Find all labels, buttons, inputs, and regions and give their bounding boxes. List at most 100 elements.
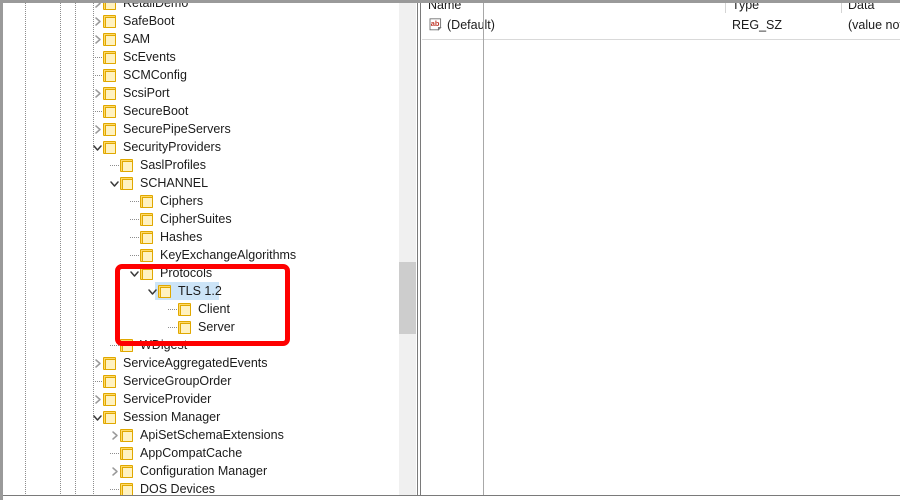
tree-leaf-connector bbox=[110, 345, 119, 346]
tree-node-row[interactable]: Hashes bbox=[3, 228, 397, 246]
registry-key-tree-pane[interactable]: RetailDemo SafeBoot SAM ScEvents SCMConfig Sc… bbox=[3, 3, 397, 495]
column-header-data[interactable]: Data bbox=[848, 3, 874, 13]
tree-leaf-connector bbox=[93, 57, 102, 58]
pane-splitter[interactable] bbox=[417, 3, 421, 495]
tree-node-row[interactable]: SecurePipeServers bbox=[3, 120, 397, 138]
tree-node-label[interactable]: Hashes bbox=[160, 229, 202, 245]
tree-node-label[interactable]: Configuration Manager bbox=[140, 463, 267, 479]
tree-leaf-connector bbox=[93, 381, 102, 382]
tree-node-row[interactable]: Protocols bbox=[3, 264, 397, 282]
tree-node-label[interactable]: AppCompatCache bbox=[140, 445, 242, 461]
tree-node-label[interactable]: ServiceAggregatedEvents bbox=[123, 355, 268, 371]
chevron-down-icon[interactable] bbox=[109, 178, 120, 189]
tree-node-label[interactable]: Client bbox=[198, 301, 230, 317]
chevron-right-icon[interactable] bbox=[92, 34, 103, 45]
chevron-right-icon[interactable] bbox=[92, 3, 103, 9]
chevron-right-icon[interactable] bbox=[92, 358, 103, 369]
chevron-down-icon[interactable] bbox=[92, 412, 103, 423]
value-data-cell[interactable]: (value not bbox=[848, 17, 900, 33]
tree-node-row[interactable]: SCHANNEL bbox=[3, 174, 397, 192]
tree-node-row[interactable]: TLS 1.2 bbox=[3, 282, 397, 300]
folder-icon bbox=[120, 177, 135, 190]
tree-node-row[interactable]: ServiceGroupOrder bbox=[3, 372, 397, 390]
tree-node-row[interactable]: WDigest bbox=[3, 336, 397, 354]
chevron-down-icon[interactable] bbox=[92, 142, 103, 153]
tree-leaf-connector bbox=[93, 111, 102, 112]
tree-node-label[interactable]: TLS 1.2 bbox=[178, 283, 222, 299]
folder-icon bbox=[120, 159, 135, 172]
folder-icon bbox=[103, 411, 118, 424]
tree-vertical-scrollbar[interactable] bbox=[399, 3, 416, 495]
tree-node-row[interactable]: SafeBoot bbox=[3, 12, 397, 30]
folder-icon bbox=[103, 15, 118, 28]
value-name-cell[interactable]: (Default) bbox=[447, 17, 495, 33]
tree-node-label[interactable]: Session Manager bbox=[123, 409, 220, 425]
tree-node-row[interactable]: SCMConfig bbox=[3, 66, 397, 84]
tree-node-row[interactable]: Session Manager bbox=[3, 408, 397, 426]
tree-node-label[interactable]: CipherSuites bbox=[160, 211, 232, 227]
folder-icon bbox=[140, 249, 155, 262]
chevron-right-icon[interactable] bbox=[109, 430, 120, 441]
tree-node-label[interactable]: KeyExchangeAlgorithms bbox=[160, 247, 296, 263]
folder-icon bbox=[120, 339, 135, 352]
tree-node-row[interactable]: ServiceProvider bbox=[3, 390, 397, 408]
value-type-cell[interactable]: REG_SZ bbox=[732, 17, 782, 33]
column-divider-name-type[interactable] bbox=[725, 3, 726, 13]
tree-node-row[interactable]: SaslProfiles bbox=[3, 156, 397, 174]
column-header-type[interactable]: Type bbox=[732, 3, 759, 13]
tree-node-label[interactable]: Ciphers bbox=[160, 193, 203, 209]
tree-node-row[interactable]: KeyExchangeAlgorithms bbox=[3, 246, 397, 264]
tree-node-label[interactable]: Server bbox=[198, 319, 235, 335]
tree-node-row[interactable]: SecurityProviders bbox=[3, 138, 397, 156]
tree-node-label[interactable]: ScsiPort bbox=[123, 85, 170, 101]
values-column-header[interactable]: Name Type Data bbox=[422, 3, 900, 13]
tree-node-row[interactable]: ServiceAggregatedEvents bbox=[3, 354, 397, 372]
tree-node-row[interactable]: ScEvents bbox=[3, 48, 397, 66]
tree-node-label[interactable]: ServiceProvider bbox=[123, 391, 211, 407]
tree-node-label[interactable]: ScEvents bbox=[123, 49, 176, 65]
tree-node-row[interactable]: AppCompatCache bbox=[3, 444, 397, 462]
values-table-row[interactable]: ab (Default) REG_SZ (value not bbox=[422, 16, 900, 36]
tree-node-label[interactable]: SecurePipeServers bbox=[123, 121, 231, 137]
chevron-right-icon[interactable] bbox=[92, 394, 103, 405]
values-pane-right-edge bbox=[483, 3, 484, 495]
tree-scrollbar-thumb[interactable] bbox=[399, 262, 416, 334]
tree-node-row[interactable]: Server bbox=[3, 318, 397, 336]
tree-node-label[interactable]: RetailDemo bbox=[123, 3, 188, 11]
tree-node-label[interactable]: SafeBoot bbox=[123, 13, 174, 29]
folder-icon bbox=[103, 3, 118, 10]
tree-leaf-connector bbox=[130, 201, 139, 202]
tree-node-row[interactable]: CipherSuites bbox=[3, 210, 397, 228]
tree-node-label[interactable]: SCHANNEL bbox=[140, 175, 208, 191]
tree-leaf-connector bbox=[168, 327, 177, 328]
tree-node-row[interactable]: Client bbox=[3, 300, 397, 318]
column-header-name[interactable]: Name bbox=[428, 3, 461, 13]
chevron-down-icon[interactable] bbox=[129, 268, 140, 279]
chevron-right-icon[interactable] bbox=[109, 466, 120, 477]
tree-node-label[interactable]: ApiSetSchemaExtensions bbox=[140, 427, 284, 443]
chevron-down-icon[interactable] bbox=[147, 286, 158, 297]
tree-node-row[interactable]: Configuration Manager bbox=[3, 462, 397, 480]
tree-node-label[interactable]: ServiceGroupOrder bbox=[123, 373, 231, 389]
column-divider-type-data[interactable] bbox=[841, 3, 842, 13]
registry-values-pane[interactable]: Name Type Data ab (Default) REG_SZ (valu… bbox=[422, 3, 900, 495]
folder-icon bbox=[158, 285, 173, 298]
tree-node-row[interactable]: SAM bbox=[3, 30, 397, 48]
tree-node-label[interactable]: SaslProfiles bbox=[140, 157, 206, 173]
tree-node-label[interactable]: SecurityProviders bbox=[123, 139, 221, 155]
chevron-right-icon[interactable] bbox=[92, 88, 103, 99]
tree-node-row[interactable]: Ciphers bbox=[3, 192, 397, 210]
tree-node-row[interactable]: SecureBoot bbox=[3, 102, 397, 120]
chevron-right-icon[interactable] bbox=[92, 16, 103, 27]
tree-node-label[interactable]: SCMConfig bbox=[123, 67, 187, 83]
chevron-right-icon[interactable] bbox=[92, 124, 103, 135]
tree-node-label[interactable]: WDigest bbox=[140, 337, 187, 353]
tree-node-label[interactable]: SAM bbox=[123, 31, 150, 47]
tree-node-row[interactable]: ApiSetSchemaExtensions bbox=[3, 426, 397, 444]
tree-node-label[interactable]: DOS Devices bbox=[140, 481, 215, 495]
tree-node-row[interactable]: ScsiPort bbox=[3, 84, 397, 102]
tree-node-label[interactable]: SecureBoot bbox=[123, 103, 188, 119]
tree-node-label[interactable]: Protocols bbox=[160, 265, 212, 281]
tree-node-row[interactable]: RetailDemo bbox=[3, 3, 397, 12]
tree-node-row[interactable]: DOS Devices bbox=[3, 480, 397, 495]
